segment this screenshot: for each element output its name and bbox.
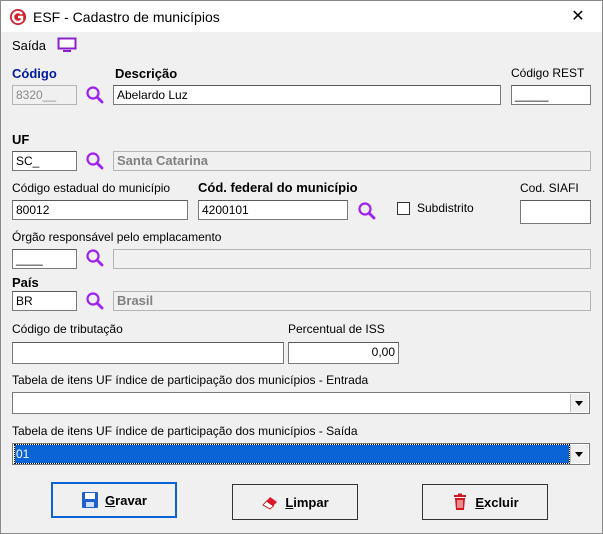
- eraser-icon: [262, 497, 278, 510]
- codigo-federal-label: Cód. federal do município: [198, 180, 358, 195]
- limpar-label: impar: [293, 494, 329, 510]
- excluir-button[interactable]: Excluir: [422, 484, 548, 520]
- excluir-mnemonic: E: [475, 494, 484, 510]
- monitor-icon[interactable]: [57, 37, 77, 53]
- codigo-rest-label: Código REST: [511, 66, 585, 80]
- descricao-label: Descrição: [115, 66, 178, 81]
- search-icon[interactable]: [85, 85, 105, 105]
- uf-label: UF: [12, 132, 30, 147]
- orgao-description-field: [113, 249, 591, 269]
- tabela-entrada-value: [15, 394, 569, 412]
- search-icon[interactable]: [85, 248, 105, 268]
- search-icon[interactable]: [85, 291, 105, 311]
- uf-description-field: Santa Catarina: [113, 151, 591, 171]
- close-icon[interactable]: ✕: [563, 4, 593, 30]
- window: ESF - Cadastro de municípios ✕ Saída Cód…: [0, 0, 603, 534]
- tabela-entrada-label: Tabela de itens UF índice de participaçã…: [12, 373, 369, 387]
- pais-label: País: [12, 275, 39, 290]
- excluir-label: xcluir: [483, 494, 519, 510]
- gravar-button[interactable]: Gravar: [51, 482, 177, 518]
- subdistrito-label: Subdistrito: [417, 201, 474, 215]
- tabela-saida-select[interactable]: 01: [12, 443, 590, 465]
- pais-description-field: Brasil: [113, 291, 591, 311]
- codigo-rest-field[interactable]: _____: [511, 85, 591, 105]
- subdistrito-checkbox[interactable]: [397, 202, 410, 215]
- pais-field[interactable]: BR: [12, 291, 77, 311]
- uf-field[interactable]: SC_: [12, 151, 77, 171]
- title-bar: ESF - Cadastro de municípios ✕: [1, 1, 602, 32]
- codigo-tributacao-label: Código de tributação: [12, 322, 123, 336]
- codigo-tributacao-field[interactable]: [12, 342, 284, 364]
- search-icon[interactable]: [85, 151, 105, 171]
- app-logo-icon: [10, 9, 26, 25]
- tabela-saida-value: 01: [14, 444, 570, 464]
- cod-siafi-field[interactable]: [520, 200, 591, 224]
- descricao-field[interactable]: Abelardo Luz: [113, 85, 501, 105]
- window-title: ESF - Cadastro de municípios: [33, 9, 220, 25]
- percentual-iss-field[interactable]: 0,00: [288, 342, 399, 364]
- gravar-label: ravar: [115, 492, 147, 508]
- codigo-field[interactable]: 8320__: [12, 85, 77, 105]
- search-icon[interactable]: [357, 201, 377, 221]
- codigo-estadual-label: Código estadual do município: [12, 181, 171, 195]
- codigo-estadual-field[interactable]: 80012: [12, 200, 188, 220]
- codigo-federal-field[interactable]: 4200101: [198, 200, 348, 220]
- cod-siafi-label: Cod. SIAFI: [520, 181, 579, 195]
- saida-menu-label[interactable]: Saída: [12, 38, 46, 53]
- limpar-button[interactable]: Limpar: [232, 484, 358, 520]
- tabela-entrada-select[interactable]: [12, 392, 590, 414]
- codigo-label: Código: [12, 66, 57, 81]
- orgao-field[interactable]: ____: [12, 249, 77, 269]
- orgao-label: Órgão responsável pelo emplacamento: [12, 230, 222, 244]
- chevron-down-icon[interactable]: [570, 445, 588, 463]
- trash-icon: [454, 493, 467, 510]
- tabela-saida-label: Tabela de itens UF índice de participaçã…: [12, 424, 358, 438]
- floppy-icon: [82, 492, 99, 508]
- percentual-iss-label: Percentual de ISS: [288, 322, 385, 336]
- chevron-down-icon[interactable]: [570, 394, 588, 412]
- gravar-mnemonic: G: [105, 492, 116, 508]
